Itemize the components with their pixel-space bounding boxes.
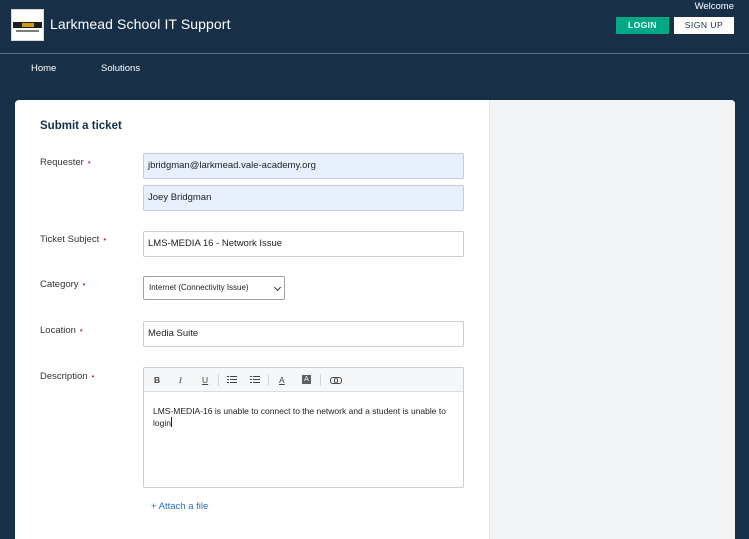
toolbar-divider [218,374,219,386]
bulleted-list-icon[interactable] [227,376,237,383]
category-selected-value: Internet (Connectivity Issue) [149,283,249,292]
toolbar-divider [268,374,269,386]
subject-input[interactable]: LMS-MEDIA 16 - Network Issue [143,231,464,257]
requester-label-text: Requester [40,157,84,168]
nav-item-home[interactable]: Home [31,63,56,74]
editor-toolbar: B I U A A [144,368,463,392]
description-line-2-wrap: login [153,417,453,429]
location-label: Location • [40,325,83,336]
required-marker: • [82,280,86,289]
required-marker: • [103,235,107,244]
description-text[interactable]: LMS-MEDIA-16 is unable to connect to the… [153,405,453,429]
category-label-text: Category [40,279,79,290]
logo-subline [16,30,39,32]
italic-icon[interactable]: I [179,373,182,387]
toolbar-divider [320,374,321,386]
site-title[interactable]: Larkmead School IT Support [50,16,231,32]
highlight-icon[interactable]: A [302,375,311,384]
nav-item-solutions[interactable]: Solutions [101,63,140,74]
category-select[interactable]: Internet (Connectivity Issue) [143,276,285,300]
login-button[interactable]: LOGIN [616,17,669,34]
bold-icon[interactable]: B [154,373,160,387]
side-panel [489,100,735,539]
subject-label-text: Ticket Subject [40,234,100,245]
category-label: Category • [40,279,85,290]
required-marker: • [91,372,95,381]
description-label-text: Description [40,371,88,382]
numbered-list-icon[interactable] [250,376,260,383]
description-editor[interactable]: B I U A A LMS-MEDIA-16 is unable to conn… [143,367,464,488]
ticket-form-card: Submit a ticket Requester • jbridgman@lar… [15,100,735,539]
location-input[interactable]: Media Suite [143,321,464,347]
chevron-down-icon [273,283,282,292]
link-icon[interactable] [330,377,342,384]
required-marker: • [79,326,83,335]
welcome-text: Welcome [694,1,734,12]
requester-label: Requester • [40,157,91,168]
location-label-text: Location [40,325,76,336]
requester-email-field[interactable]: jbridgman@larkmead.vale-academy.org [143,153,464,179]
logo-band [13,22,42,28]
attach-file-link[interactable]: + Attach a file [151,501,208,512]
description-line-2: login [153,418,171,428]
requester-name-field[interactable]: Joey Bridgman [143,185,464,211]
description-label: Description • [40,371,94,382]
text-cursor [170,417,172,427]
site-header: Larkmead School IT Support Welcome LOGIN… [0,0,749,54]
form-title: Submit a ticket [40,120,122,132]
required-marker: • [87,158,91,167]
signup-button[interactable]: SIGN UP [673,16,735,35]
underline-icon[interactable]: U [202,373,208,387]
school-logo[interactable] [11,9,44,41]
description-line-1: LMS-MEDIA-16 is unable to connect to the… [153,406,446,416]
font-color-icon[interactable]: A [279,373,285,387]
subject-label: Ticket Subject • [40,234,106,245]
